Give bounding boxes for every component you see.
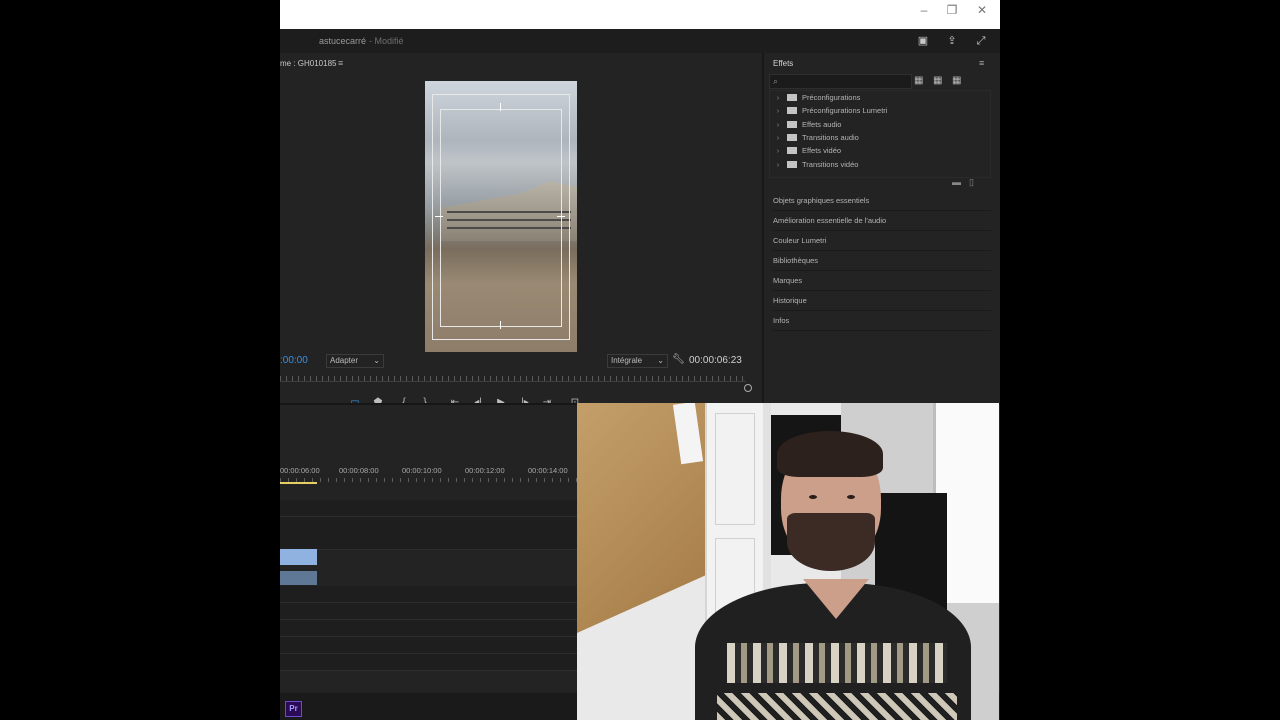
tree-item-audio-effects[interactable]: › Effets audio: [770, 118, 842, 131]
effects-tree: › Préconfigurations › Préconfigurations Lu…: [769, 90, 991, 178]
chevron-right-icon: ›: [776, 120, 780, 129]
32bit-effects-icon[interactable]: ▦: [933, 75, 942, 86]
window-titlebar: – ❐ ✕: [280, 0, 1000, 29]
section-essential-audio[interactable]: Amélioration essentielle de l'audio: [773, 211, 991, 231]
app-header: astucecarré - Modifié ▣ ⇪ ⤢: [280, 29, 1000, 53]
master-track[interactable]: [280, 654, 577, 671]
section-essential-graphics[interactable]: Objets graphiques essentiels: [773, 191, 991, 211]
tree-item-audio-transitions[interactable]: › Transitions audio: [770, 131, 859, 144]
tree-item-lumetri-presets[interactable]: › Préconfigurations Lumetri: [770, 104, 888, 117]
section-info[interactable]: Infos: [773, 311, 991, 331]
current-timecode[interactable]: :00:00: [280, 355, 308, 366]
zoom-fit-value: Adapter: [330, 356, 359, 365]
project-name: astucecarré: [319, 36, 367, 46]
share-icon[interactable]: ⇪: [945, 34, 959, 48]
folder-icon: [787, 146, 797, 154]
folder-icon: [787, 120, 797, 128]
program-monitor: me : GH010185 ≡ :00:00 Adapter ⌄ Intégra…: [280, 53, 760, 408]
folder-icon: [787, 93, 797, 101]
chevron-right-icon: ›: [776, 93, 780, 102]
yuv-effects-icon[interactable]: ▦: [952, 75, 961, 86]
tree-item-presets[interactable]: › Préconfigurations: [770, 91, 861, 104]
video-track-v3[interactable]: [280, 500, 577, 517]
video-track-v1[interactable]: [280, 533, 577, 550]
ruler-label: 00:00:14:00: [528, 466, 568, 475]
ruler-ticks: [280, 478, 577, 482]
tree-item-label: Transitions vidéo: [802, 160, 859, 169]
ruler-label: 00:00:12:00: [465, 466, 505, 475]
chevron-right-icon: ›: [776, 146, 780, 155]
video-preview[interactable]: [425, 81, 577, 352]
audio-track-a2[interactable]: [280, 603, 577, 620]
chevron-right-icon: ›: [776, 133, 780, 142]
folder-icon: [787, 160, 797, 168]
effects-search-input[interactable]: ⌕: [769, 74, 912, 89]
chevron-down-icon: ⌄: [373, 356, 380, 365]
chevron-right-icon: ›: [776, 160, 780, 169]
title-safe-guide: [440, 109, 562, 327]
effects-panel-title[interactable]: Effets: [773, 59, 793, 68]
webcam-overlay: [577, 403, 999, 720]
audio-track-a3[interactable]: [280, 620, 577, 637]
tree-item-label: Préconfigurations Lumetri: [802, 106, 888, 115]
person-eye: [809, 495, 817, 499]
quick-export-icon[interactable]: ▣: [916, 34, 930, 48]
tree-item-label: Effets vidéo: [802, 146, 842, 155]
folder-icon: [787, 133, 797, 141]
section-history[interactable]: Historique: [773, 291, 991, 311]
duration-timecode: 00:00:06:23: [689, 355, 742, 366]
zoom-fit-select[interactable]: Adapter ⌄: [326, 354, 384, 368]
section-markers[interactable]: Marques: [773, 271, 991, 291]
panel-menu-icon[interactable]: ≡: [979, 58, 984, 68]
tree-item-video-effects[interactable]: › Effets vidéo: [770, 144, 841, 157]
video-track-v2[interactable]: [280, 517, 577, 534]
minimize-icon[interactable]: –: [914, 2, 934, 18]
tree-item-label: Transitions audio: [802, 133, 859, 142]
tree-item-label: Effets audio: [802, 120, 842, 129]
person-beard: [787, 513, 875, 571]
settings-wrench-icon[interactable]: 🔧︎: [672, 354, 685, 365]
section-libraries[interactable]: Bibliothèques: [773, 251, 991, 271]
tree-item-label: Préconfigurations: [802, 93, 861, 102]
ruler-label: 00:00:10:00: [402, 466, 442, 475]
monitor-sequence-label: me : GH010185: [280, 59, 337, 68]
sweater-pattern-lower: [717, 693, 957, 720]
folder-icon: [787, 106, 797, 114]
restore-icon[interactable]: ❐: [942, 2, 962, 18]
playback-resolution-value: Intégrale: [611, 356, 643, 365]
section-lumetri-color[interactable]: Couleur Lumetri: [773, 231, 991, 251]
fullscreen-icon[interactable]: ⤢: [974, 34, 988, 48]
tree-item-video-transitions[interactable]: › Transitions vidéo: [770, 158, 859, 171]
accelerated-effects-icon[interactable]: ▦: [914, 75, 923, 86]
audio-track-a1[interactable]: [280, 586, 577, 603]
ruler-label: 00:00:08:00: [339, 466, 379, 475]
audio-track-a4[interactable]: [280, 637, 577, 654]
delete-icon[interactable]: ▯: [969, 177, 974, 188]
video-clip[interactable]: [280, 549, 317, 565]
audio-clip[interactable]: [280, 571, 317, 585]
effects-panel: Effets ≡ ⌕ ▦ ▦ ▦ › Préconfigurations › Pré…: [762, 53, 1000, 403]
search-icon: ⌕: [773, 76, 779, 86]
monitor-scrub-line: [280, 381, 746, 382]
person-eye: [847, 495, 855, 499]
monitor-menu-icon[interactable]: ≡: [338, 58, 343, 68]
person-hair: [777, 431, 883, 477]
scrub-end-handle[interactable]: [744, 384, 752, 392]
timeline-ruler[interactable]: 00:00:06:00 00:00:08:00 00:00:10:00 00:0…: [280, 420, 577, 484]
ruler-label: 00:00:06:00: [280, 466, 320, 475]
new-bin-icon[interactable]: ▬: [952, 177, 961, 187]
work-area-bar[interactable]: [280, 482, 317, 484]
playback-resolution-select[interactable]: Intégrale ⌄: [607, 354, 668, 368]
close-icon[interactable]: ✕: [972, 2, 992, 18]
chevron-down-icon: ⌄: [657, 356, 664, 365]
chevron-right-icon: ›: [776, 106, 780, 115]
premiere-pro-taskbar-icon[interactable]: Pr: [285, 701, 302, 717]
project-status: - Modifié: [369, 36, 404, 46]
sweater-pattern: [727, 643, 947, 683]
